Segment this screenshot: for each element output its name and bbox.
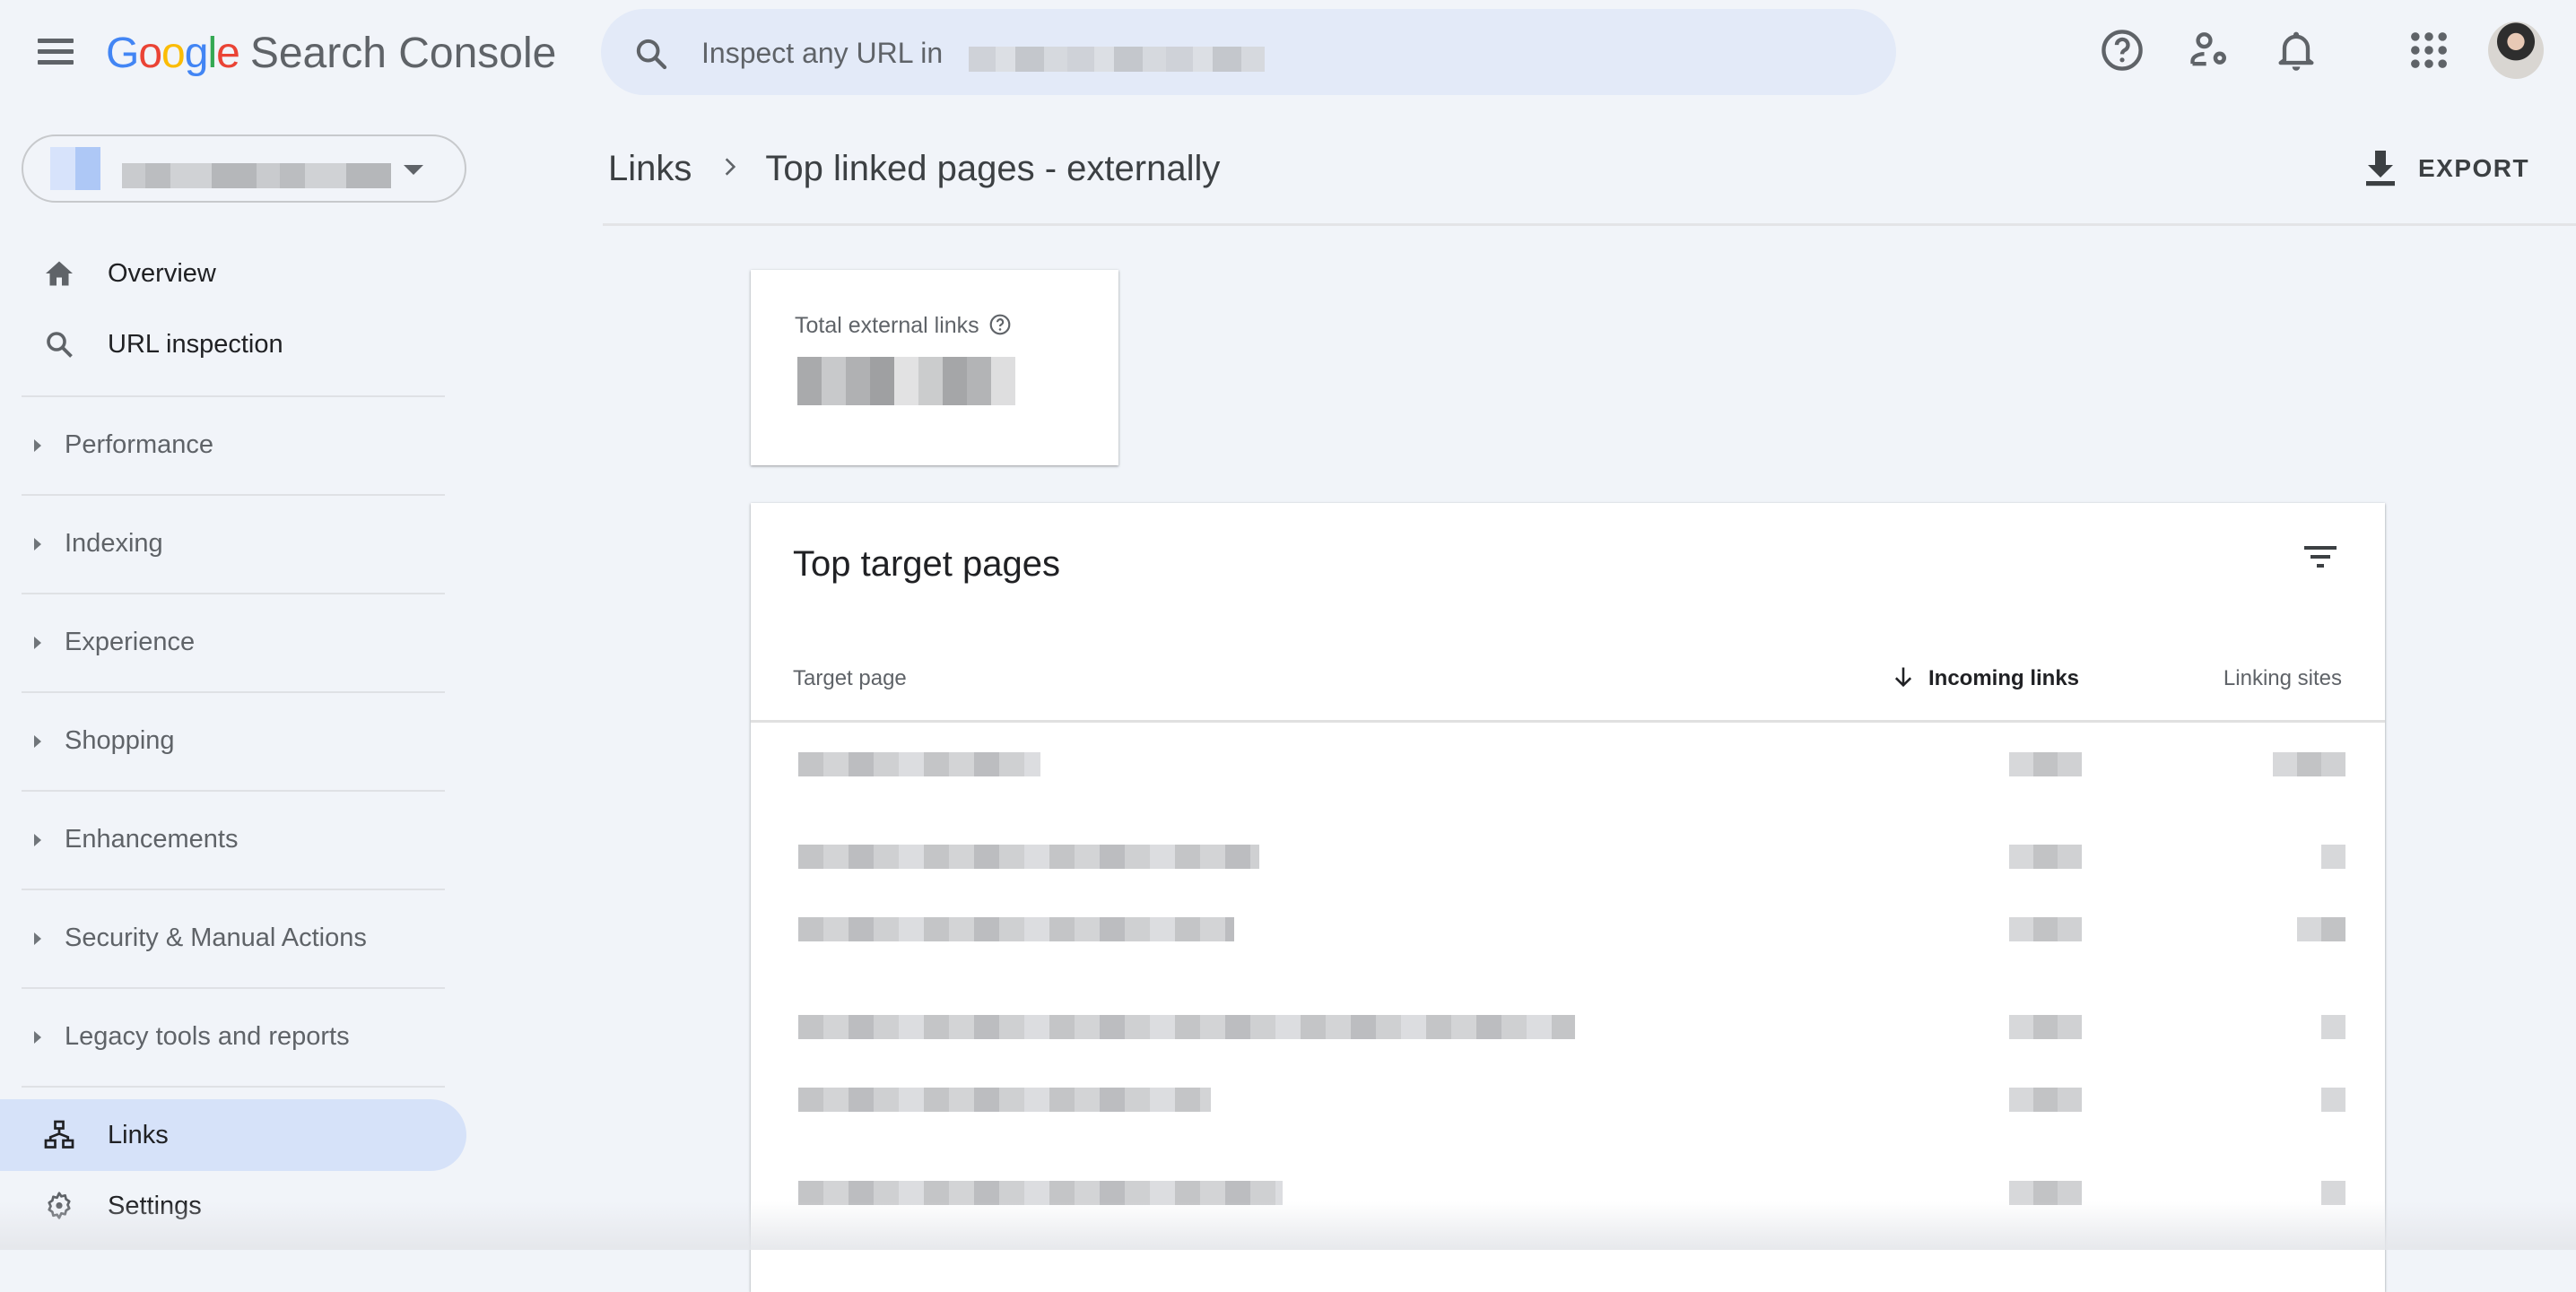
table-row[interactable]: [751, 888, 2385, 970]
table-row[interactable]: [751, 805, 2385, 888]
sidebar-group-legacy-tools[interactable]: Legacy tools and reports: [0, 988, 466, 1085]
cell-target-page-redacted: [798, 752, 1040, 776]
cell-incoming-links-redacted: [2009, 1015, 2082, 1039]
sidebar-item-label: Overview: [108, 259, 216, 288]
cell-target-page-redacted: [798, 1015, 1575, 1039]
sidebar-group-experience[interactable]: Experience: [0, 594, 466, 690]
search-icon: [47, 332, 73, 358]
sidebar-group-label: Indexing: [65, 529, 163, 558]
help-circle-icon[interactable]: [988, 313, 1012, 336]
kpi-value-redacted: [797, 357, 1015, 405]
apps-grid-icon[interactable]: [2406, 27, 2452, 74]
caret-down-icon: [404, 165, 423, 175]
expand-arrow-icon: [34, 1031, 41, 1044]
help-icon[interactable]: [2099, 27, 2145, 74]
export-label: EXPORT: [2418, 154, 2530, 182]
expand-arrow-icon: [34, 735, 41, 748]
sidebar-item-links[interactable]: Links: [0, 1099, 466, 1171]
table-row[interactable]: [751, 723, 2385, 805]
filter-list-icon[interactable]: [2299, 535, 2342, 578]
cell-linking-sites-redacted: [2297, 917, 2345, 941]
property-selector[interactable]: [22, 134, 466, 203]
google-wordmark-letter: l: [207, 30, 217, 77]
google-wordmark-letter: G: [106, 30, 139, 77]
expand-arrow-icon: [34, 538, 41, 551]
account-avatar[interactable]: [2488, 22, 2544, 79]
hamburger-line: [38, 60, 74, 65]
cell-incoming-links-redacted: [2009, 1088, 2082, 1112]
top-app-bar: Google Search Console: [0, 0, 2576, 106]
column-header-label: Incoming links: [1928, 666, 2080, 690]
sort-descending-arrow-icon: [1894, 667, 1912, 687]
product-name: Search Console: [249, 30, 557, 77]
cell-linking-sites-redacted: [2273, 752, 2345, 776]
cell-target-page-redacted: [798, 845, 1259, 869]
sidebar-item-label: URL inspection: [108, 330, 283, 359]
google-wordmark-letter: e: [216, 30, 240, 77]
main-menu-button[interactable]: [36, 32, 75, 72]
home-icon: [46, 261, 73, 286]
sidebar-group-label: Shopping: [65, 726, 175, 755]
sidebar-group-label: Performance: [65, 430, 214, 459]
breadcrumb-links[interactable]: Links: [608, 149, 692, 188]
cell-incoming-links-redacted: [2009, 845, 2082, 869]
property-favicon: [50, 147, 100, 190]
sidebar-group-security-manual-actions[interactable]: Security & Manual Actions: [0, 889, 466, 986]
expand-arrow-icon: [34, 932, 41, 945]
sidebar-item-url-inspection[interactable]: URL inspection: [0, 309, 466, 379]
kpi-label-text: Total external links: [795, 313, 979, 338]
expand-arrow-icon: [34, 439, 41, 452]
sidebar-group-enhancements[interactable]: Enhancements: [0, 791, 466, 888]
cell-linking-sites-redacted: [2321, 1088, 2345, 1112]
total-external-links-card: Total external links: [751, 270, 1118, 465]
sidebar-group-shopping[interactable]: Shopping: [0, 692, 466, 789]
sidebar-group-label: Legacy tools and reports: [65, 1022, 350, 1051]
kpi-label: Total external links: [795, 313, 1012, 339]
notifications-bell-icon[interactable]: [2273, 27, 2319, 74]
breadcrumb: Links Top linked pages - externally: [608, 142, 1220, 195]
sidebar-group-performance[interactable]: Performance: [0, 396, 466, 493]
expand-arrow-icon: [34, 834, 41, 846]
manage-users-icon[interactable]: [2187, 27, 2233, 74]
table-row[interactable]: [751, 970, 2385, 1053]
hamburger-menu-icon: [38, 39, 74, 43]
cell-incoming-links-redacted: [2009, 917, 2082, 941]
sidebar-divider: [22, 1086, 445, 1088]
scroll-fade: [0, 1201, 2576, 1250]
table-title: Top target pages: [793, 544, 1060, 584]
product-logo[interactable]: Google Search Console: [106, 25, 556, 82]
hamburger-line: [38, 49, 74, 54]
cell-target-page-redacted: [798, 917, 1234, 941]
cell-linking-sites-redacted: [2321, 1015, 2345, 1039]
search-icon: [636, 39, 667, 70]
google-wordmark-letter: o: [161, 30, 186, 77]
top-target-pages-card: Top target pages Target page Incoming li…: [751, 503, 2385, 1292]
cell-incoming-links-redacted: [2009, 752, 2082, 776]
column-header-target-page[interactable]: Target page: [793, 637, 907, 720]
google-wordmark-letter: o: [138, 30, 162, 77]
chevron-right-icon: [726, 158, 736, 177]
google-wordmark: Google: [106, 30, 240, 77]
cell-target-page-redacted: [798, 1088, 1211, 1112]
column-header-linking-sites[interactable]: Linking sites: [2224, 637, 2342, 720]
sitemap-links-icon: [44, 1120, 74, 1149]
sidebar-group-label: Security & Manual Actions: [65, 923, 367, 952]
expand-arrow-icon: [34, 637, 41, 649]
table-header: Target page Incoming links Linking sites: [751, 637, 2385, 723]
google-wordmark-letter: g: [184, 30, 209, 77]
sidebar-item-overview[interactable]: Overview: [0, 238, 466, 308]
column-header-incoming-links[interactable]: Incoming links: [1891, 637, 2079, 720]
page-title: Top linked pages - externally: [765, 149, 1221, 188]
cell-linking-sites-redacted: [2321, 845, 2345, 869]
property-name-redacted: [122, 163, 391, 188]
sidebar-group-indexing[interactable]: Indexing: [0, 495, 466, 592]
header-divider: [603, 223, 2576, 226]
sidebar-group-label: Enhancements: [65, 825, 239, 854]
download-icon: [2366, 151, 2395, 186]
url-inspection-search[interactable]: [601, 9, 1896, 95]
redacted-property-text: [969, 47, 1265, 72]
sidebar-item-label: Links: [108, 1121, 169, 1149]
sidebar-group-label: Experience: [65, 628, 196, 656]
table-row[interactable]: [751, 1053, 2385, 1135]
